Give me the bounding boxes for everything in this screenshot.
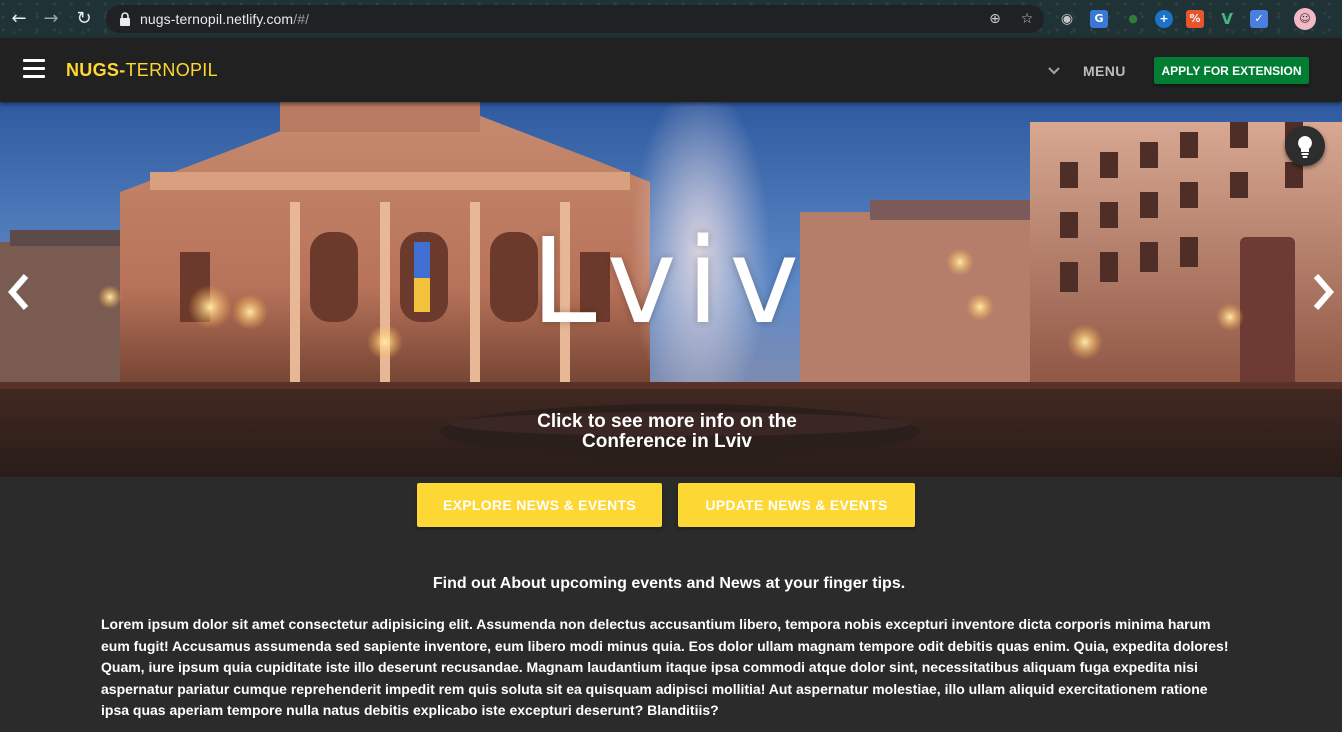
lock-icon xyxy=(120,12,130,26)
plus-circle-icon[interactable]: ⊕ xyxy=(986,10,1004,28)
app-header: NUGS-TERNOPIL MENU APPLY FOR EXTENSION xyxy=(0,38,1342,102)
chevron-down-icon xyxy=(1048,67,1060,75)
back-icon[interactable]: ← xyxy=(8,8,30,30)
hamburger-menu-icon[interactable] xyxy=(23,59,45,79)
intro-paragraph: Lorem ipsum dolor sit amet consectetur a… xyxy=(101,616,1229,718)
url-text: nugs-ternopil.netlify.com/#/ xyxy=(140,11,309,27)
lightbulb-icon xyxy=(1298,136,1312,158)
hero-carousel[interactable]: Lviv Click to see more info on the Confe… xyxy=(0,102,1342,477)
action-buttons: EXPLORE NEWS & EVENTS UPDATE NEWS & EVEN… xyxy=(0,483,1342,527)
lightbulb-button[interactable] xyxy=(1285,126,1325,166)
profile-avatar-icon[interactable]: ☺ xyxy=(1294,8,1316,30)
menu-label: MENU xyxy=(1083,63,1126,79)
orange-extension-icon[interactable]: % xyxy=(1186,10,1204,28)
section-heading: Find out About upcoming events and News … xyxy=(432,575,906,592)
url-path: /#/ xyxy=(293,11,310,27)
forward-icon[interactable]: → xyxy=(40,8,62,30)
blue-square-extension-icon[interactable]: ✓ xyxy=(1250,10,1268,28)
chevron-left-icon[interactable] xyxy=(2,270,36,314)
hero-title: Lviv xyxy=(530,212,810,350)
leaf-extension-icon[interactable]: ● xyxy=(1124,10,1142,28)
translate-extension-icon[interactable]: G xyxy=(1090,10,1108,28)
reload-icon[interactable]: ↻ xyxy=(73,8,95,30)
url-host: nugs-ternopil.netlify.com xyxy=(140,11,294,27)
caption-line-1: Click to see more info on the xyxy=(537,411,797,432)
star-icon[interactable]: ☆ xyxy=(1018,10,1036,28)
browser-toolbar: ← → ↻ nugs-ternopil.netlify.com/#/ ⊕ ☆ ◉… xyxy=(0,0,1342,38)
caption-line-2: Conference in Lviv xyxy=(582,431,752,452)
brand-part-1: NUGS- xyxy=(66,60,126,80)
globe-extension-icon[interactable]: ◉ xyxy=(1058,10,1076,28)
chevron-right-icon[interactable] xyxy=(1306,270,1340,314)
address-bar[interactable]: nugs-ternopil.netlify.com/#/ ⊕ ☆ xyxy=(106,5,1044,33)
apply-for-extension-button[interactable]: APPLY FOR EXTENSION xyxy=(1154,57,1309,84)
brand-logo[interactable]: NUGS-TERNOPIL xyxy=(66,60,218,81)
vue-devtools-icon[interactable]: V xyxy=(1218,10,1236,28)
update-news-events-button[interactable]: UPDATE NEWS & EVENTS xyxy=(678,483,915,527)
explore-news-events-button[interactable]: EXPLORE NEWS & EVENTS xyxy=(417,483,662,527)
blue-circle-extension-icon[interactable]: + xyxy=(1155,10,1173,28)
hero-caption[interactable]: Click to see more info on the Conference… xyxy=(420,412,914,452)
brand-part-2: TERNOPIL xyxy=(125,60,218,80)
